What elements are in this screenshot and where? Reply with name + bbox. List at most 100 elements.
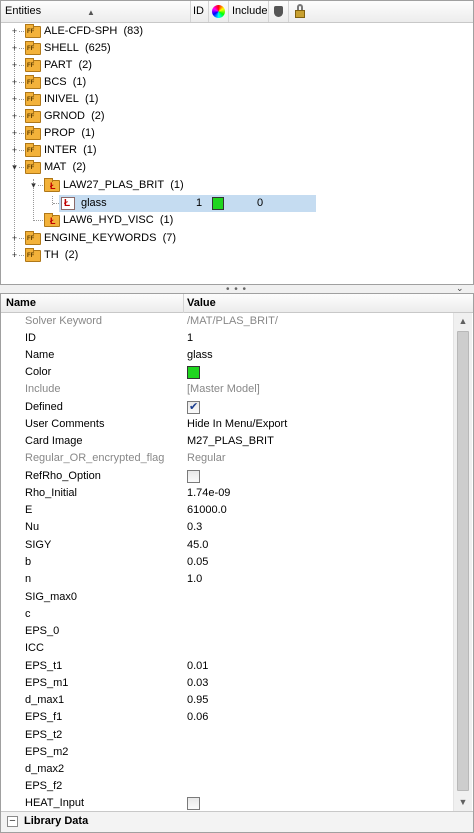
prop-row-eps-0[interactable]: EPS_0 xyxy=(1,623,453,640)
scroll-up-icon[interactable]: ▲ xyxy=(454,313,472,330)
prop-value[interactable]: Hide In Menu/Export xyxy=(187,416,287,433)
tree-item-grnod[interactable]: + FF GRNOD (2) xyxy=(1,108,473,125)
tree-item-count: (1) xyxy=(81,127,95,139)
expand-icon[interactable]: + xyxy=(10,61,19,70)
scroll-down-icon[interactable]: ▼ xyxy=(454,794,472,811)
expand-icon[interactable]: + xyxy=(10,251,19,260)
column-divider[interactable] xyxy=(183,294,184,313)
prop-name: b xyxy=(25,556,32,568)
prop-row-eps-m2[interactable]: EPS_m2 xyxy=(1,744,453,761)
prop-row-refrho-option[interactable]: RefRho_Option xyxy=(1,468,453,485)
prop-row-card-image[interactable]: Card Image M27_PLAS_BRIT xyxy=(1,433,453,450)
column-header-name[interactable]: Name xyxy=(6,297,36,309)
column-header-value[interactable]: Value xyxy=(187,297,216,309)
column-header-include[interactable]: Include xyxy=(229,1,269,22)
prop-row-user-comments[interactable]: User Comments Hide In Menu/Export xyxy=(1,416,453,433)
collapse-icon[interactable]: ▾ xyxy=(10,163,19,172)
prop-name: d_max2 xyxy=(25,763,65,775)
prop-row-e[interactable]: E 61000.0 xyxy=(1,502,453,519)
column-header-entities[interactable]: Entities ▲ xyxy=(1,1,191,22)
color-swatch[interactable] xyxy=(187,366,200,379)
prop-row-eps-t1[interactable]: EPS_t1 0.01 xyxy=(1,658,453,675)
prop-value[interactable]: 1 xyxy=(187,330,193,347)
prop-row-sigy[interactable]: SIGY 45.0 xyxy=(1,537,453,554)
scrollbar-thumb[interactable] xyxy=(457,331,469,791)
prop-value[interactable]: 1.74e-09 xyxy=(187,485,230,502)
prop-row-defined[interactable]: Defined xyxy=(1,399,453,416)
prop-row-heat-input[interactable]: HEAT_Input xyxy=(1,795,453,812)
prop-name: Card Image xyxy=(25,435,83,447)
prop-value[interactable]: M27_PLAS_BRIT xyxy=(187,433,274,450)
prop-row-icc[interactable]: ICC xyxy=(1,640,453,657)
expand-icon[interactable]: + xyxy=(10,129,19,138)
tree-item-inter[interactable]: + FF INTER (1) xyxy=(1,142,473,159)
prop-value[interactable]: 0.03 xyxy=(187,675,208,692)
collapse-icon[interactable]: − xyxy=(7,816,18,827)
expand-icon[interactable]: + xyxy=(10,44,19,53)
prop-row-name[interactable]: Name glass xyxy=(1,347,453,364)
expand-icon[interactable]: + xyxy=(10,112,19,121)
tree-item-inivel[interactable]: + FF INIVEL (1) xyxy=(1,91,473,108)
tree-item-count: (1) xyxy=(159,214,174,226)
prop-row-sig-max0[interactable]: SIG_max0 xyxy=(1,589,453,606)
prop-value[interactable]: 0.05 xyxy=(187,554,208,571)
prop-value[interactable]: 45.0 xyxy=(187,537,208,554)
tree-item-ale-cfd-sph[interactable]: + FF ALE-CFD-SPH (83) xyxy=(1,23,473,40)
expand-icon[interactable]: + xyxy=(10,78,19,87)
column-header-color[interactable] xyxy=(209,1,229,22)
tree-item-shell[interactable]: + FF SHELL (625) xyxy=(1,40,473,57)
prop-row-regular-or-encrypted-flag: Regular_OR_encrypted_flag Regular xyxy=(1,450,453,467)
column-header-lock[interactable] xyxy=(289,1,311,22)
tree-item-prop[interactable]: + FF PROP (1) xyxy=(1,125,473,142)
vertical-scrollbar[interactable]: ▲ ▼ xyxy=(453,313,472,811)
prop-row-n[interactable]: n 1.0 xyxy=(1,571,453,588)
column-header-id[interactable]: ID xyxy=(191,1,209,22)
refrho-option-checkbox[interactable] xyxy=(187,470,200,483)
expand-icon[interactable]: + xyxy=(10,27,19,36)
tree-guide-line xyxy=(19,31,24,32)
column-header-visibility[interactable] xyxy=(269,1,289,22)
prop-row-d-max2[interactable]: d_max2 xyxy=(1,761,453,778)
collapse-icon[interactable]: ▾ xyxy=(29,181,38,190)
prop-row-eps-m1[interactable]: EPS_m1 0.03 xyxy=(1,675,453,692)
prop-value[interactable]: 0.01 xyxy=(187,658,208,675)
heat-input-checkbox[interactable] xyxy=(187,797,200,810)
tree-item-engine-keywords[interactable]: + FF ENGINE_KEYWORDS (7) xyxy=(1,230,473,247)
expand-icon[interactable]: + xyxy=(10,95,19,104)
color-swatch[interactable] xyxy=(212,197,224,210)
tree-item-bcs[interactable]: + FF BCS (1) xyxy=(1,74,473,91)
prop-row-color[interactable]: Color xyxy=(1,364,453,381)
prop-row-rho-initial[interactable]: Rho_Initial 1.74e-09 xyxy=(1,485,453,502)
tree-item-count: (625) xyxy=(84,42,111,54)
expand-icon[interactable]: + xyxy=(10,146,19,155)
tree-item-th[interactable]: + FF TH (2) xyxy=(1,247,473,264)
prop-row-c[interactable]: c xyxy=(1,606,453,623)
prop-value[interactable]: 61000.0 xyxy=(187,502,227,519)
tree-item-name: TH xyxy=(44,249,59,261)
tree-item-glass[interactable]: Ł glass 1 0 xyxy=(1,195,473,212)
prop-value[interactable]: glass xyxy=(187,347,213,364)
panel-splitter[interactable]: • • • ⌄ xyxy=(0,283,474,295)
tree-item-label: SHELL (625) xyxy=(44,40,111,57)
prop-name: User Comments xyxy=(25,418,105,430)
expand-icon[interactable]: + xyxy=(10,234,19,243)
prop-row-d-max1[interactable]: d_max1 0.95 xyxy=(1,692,453,709)
tree-item-law27-plas-brit[interactable]: ▾ Ł LAW27_PLAS_BRIT (1) xyxy=(1,177,473,194)
prop-value[interactable]: 0.95 xyxy=(187,692,208,709)
prop-row-b[interactable]: b 0.05 xyxy=(1,554,453,571)
prop-row-eps-f1[interactable]: EPS_f1 0.06 xyxy=(1,709,453,726)
prop-row-nu[interactable]: Nu 0.3 xyxy=(1,519,453,536)
prop-row-eps-t2[interactable]: EPS_t2 xyxy=(1,727,453,744)
prop-row-id[interactable]: ID 1 xyxy=(1,330,453,347)
prop-row-eps-f2[interactable]: EPS_f2 xyxy=(1,778,453,795)
prop-value[interactable]: 0.3 xyxy=(187,519,202,536)
library-data-section[interactable]: − Library Data xyxy=(1,811,473,832)
prop-value[interactable]: 1.0 xyxy=(187,571,202,588)
tree-guide-line xyxy=(19,48,24,49)
defined-checkbox[interactable] xyxy=(187,400,200,414)
tree-item-mat[interactable]: ▾ FF MAT (2) xyxy=(1,159,473,176)
tree-item-law6-hyd-visc[interactable]: Ł LAW6_HYD_VISC (1) xyxy=(1,212,473,229)
prop-name: Include xyxy=(25,383,61,395)
prop-value[interactable]: 0.06 xyxy=(187,709,208,726)
tree-item-part[interactable]: + FF PART (2) xyxy=(1,57,473,74)
